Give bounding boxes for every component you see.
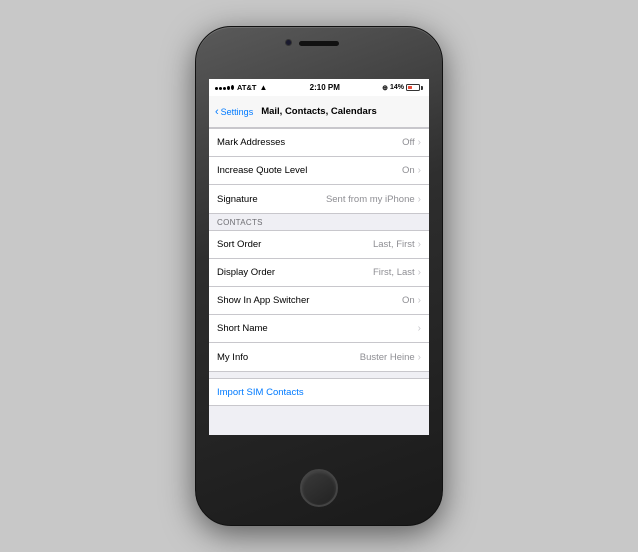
back-label: Settings [221, 107, 254, 117]
contacts-section: CONTACTS Sort Order Last, First › Displa… [209, 214, 429, 372]
import-sim-item[interactable]: Import SIM Contacts [209, 378, 429, 406]
status-right: ⊕ 14% [382, 84, 423, 92]
battery-body [406, 84, 420, 91]
chevron-icon: › [418, 194, 421, 205]
back-button[interactable]: ‹ Settings [215, 106, 253, 118]
mark-addresses-value: Off › [402, 137, 421, 148]
short-name-item[interactable]: Short Name › [209, 315, 429, 343]
status-time: 2:10 PM [310, 83, 340, 92]
mark-addresses-label: Mark Addresses [217, 137, 285, 148]
carrier-label: AT&T [237, 83, 256, 92]
short-name-label: Short Name [217, 323, 268, 334]
status-left: AT&T ▲ [215, 83, 267, 92]
battery-icon [406, 84, 423, 91]
import-sim-label: Import SIM Contacts [217, 387, 304, 398]
chevron-icon: › [418, 295, 421, 306]
chevron-icon: › [418, 239, 421, 250]
phone-frame: AT&T ▲ 2:10 PM ⊕ 14% [195, 26, 443, 526]
chevron-icon: › [418, 323, 421, 334]
camera [285, 39, 292, 46]
home-button[interactable] [300, 469, 338, 507]
location-icon: ⊕ [382, 84, 388, 92]
nav-title: Mail, Contacts, Calendars [261, 106, 377, 117]
show-in-app-switcher-item[interactable]: Show In App Switcher On › [209, 287, 429, 315]
import-sim-section: Import SIM Contacts [209, 378, 429, 406]
my-info-item[interactable]: My Info Buster Heine › [209, 343, 429, 371]
chevron-icon: › [418, 267, 421, 278]
screen-bezel: AT&T ▲ 2:10 PM ⊕ 14% [209, 79, 429, 435]
chevron-icon: › [418, 165, 421, 176]
my-info-label: My Info [217, 352, 248, 363]
sort-order-item[interactable]: Sort Order Last, First › [209, 231, 429, 259]
chevron-icon: › [418, 352, 421, 363]
increase-quote-value: On › [402, 165, 421, 176]
signal-icon [215, 85, 234, 90]
short-name-value: › [418, 323, 421, 334]
contacts-list-group: Sort Order Last, First › Display Order F… [209, 230, 429, 372]
screen: AT&T ▲ 2:10 PM ⊕ 14% [209, 79, 429, 435]
signature-label: Signature [217, 194, 258, 205]
display-order-label: Display Order [217, 267, 275, 278]
speaker [299, 41, 339, 46]
signature-item[interactable]: Signature Sent from my iPhone › [209, 185, 429, 213]
battery-percent: 14% [390, 84, 404, 91]
my-info-value: Buster Heine › [360, 352, 421, 363]
mail-section: Mark Addresses Off › Increase Quote Leve… [209, 128, 429, 214]
display-order-value: First, Last › [373, 267, 421, 278]
battery-fill [408, 86, 412, 89]
contacts-section-header: CONTACTS [209, 214, 429, 230]
signature-value: Sent from my iPhone › [326, 194, 421, 205]
increase-quote-item[interactable]: Increase Quote Level On › [209, 157, 429, 185]
sort-order-label: Sort Order [217, 239, 261, 250]
show-in-app-switcher-value: On › [402, 295, 421, 306]
nav-bar: ‹ Settings Mail, Contacts, Calendars [209, 96, 429, 128]
chevron-icon: › [418, 137, 421, 148]
display-order-item[interactable]: Display Order First, Last › [209, 259, 429, 287]
increase-quote-label: Increase Quote Level [217, 165, 307, 176]
wifi-icon: ▲ [259, 83, 267, 92]
status-bar: AT&T ▲ 2:10 PM ⊕ 14% [209, 79, 429, 96]
sort-order-value: Last, First › [373, 239, 421, 250]
show-in-app-switcher-label: Show In App Switcher [217, 295, 309, 306]
battery-tip [421, 86, 423, 90]
mail-list-group: Mark Addresses Off › Increase Quote Leve… [209, 128, 429, 214]
mark-addresses-item[interactable]: Mark Addresses Off › [209, 129, 429, 157]
back-chevron-icon: ‹ [215, 106, 219, 118]
